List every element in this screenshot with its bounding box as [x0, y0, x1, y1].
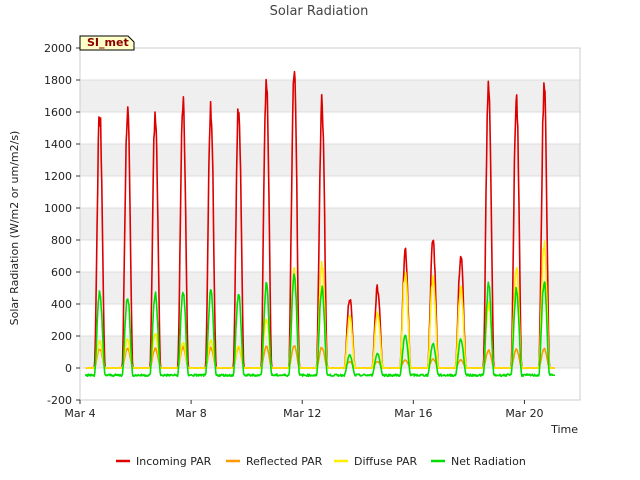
plot-band	[80, 144, 580, 176]
y-tick-label: 2000	[44, 42, 72, 55]
y-axis-title: Solar Radiation (W/m2 or um/m2/s)	[8, 131, 21, 326]
plot-band	[80, 208, 580, 240]
y-tick-label: 1000	[44, 202, 72, 215]
y-tick-label: 0	[65, 362, 72, 375]
legend: Incoming PAR Reflected PAR Diffuse PAR Net …	[116, 455, 526, 468]
solar-radiation-chart: -200 0 200 400 600 800 1000 1200 1400 1600 1800 200…	[0, 0, 640, 480]
legend-label: Diffuse PAR	[354, 455, 418, 468]
site-badge-label: SI_met	[87, 36, 129, 49]
y-tick-label: 1800	[44, 74, 72, 87]
plot-band	[80, 80, 580, 112]
y-tick-label: 1400	[44, 138, 72, 151]
x-tick-label: Mar 16	[394, 407, 432, 420]
y-tick-label: -200	[47, 394, 72, 407]
y-tick-label: 1600	[44, 106, 72, 119]
y-tick-label: 600	[51, 266, 72, 279]
plot-band	[80, 336, 580, 368]
x-axis-title: Time	[550, 423, 578, 436]
y-tick-label: 800	[51, 234, 72, 247]
x-tick-label: Mar 8	[175, 407, 206, 420]
legend-label: Incoming PAR	[136, 455, 212, 468]
legend-label: Reflected PAR	[246, 455, 323, 468]
y-tick-label: 1200	[44, 170, 72, 183]
chart-title: Solar Radiation	[270, 4, 369, 19]
x-tick-label: Mar 4	[64, 407, 95, 420]
legend-label: Net Radiation	[451, 455, 526, 468]
x-tick-label: Mar 12	[283, 407, 321, 420]
y-tick-label: 200	[51, 330, 72, 343]
x-tick-label: Mar 20	[505, 407, 543, 420]
site-badge: SI_met	[79, 35, 135, 51]
y-tick-label: 400	[51, 298, 72, 311]
